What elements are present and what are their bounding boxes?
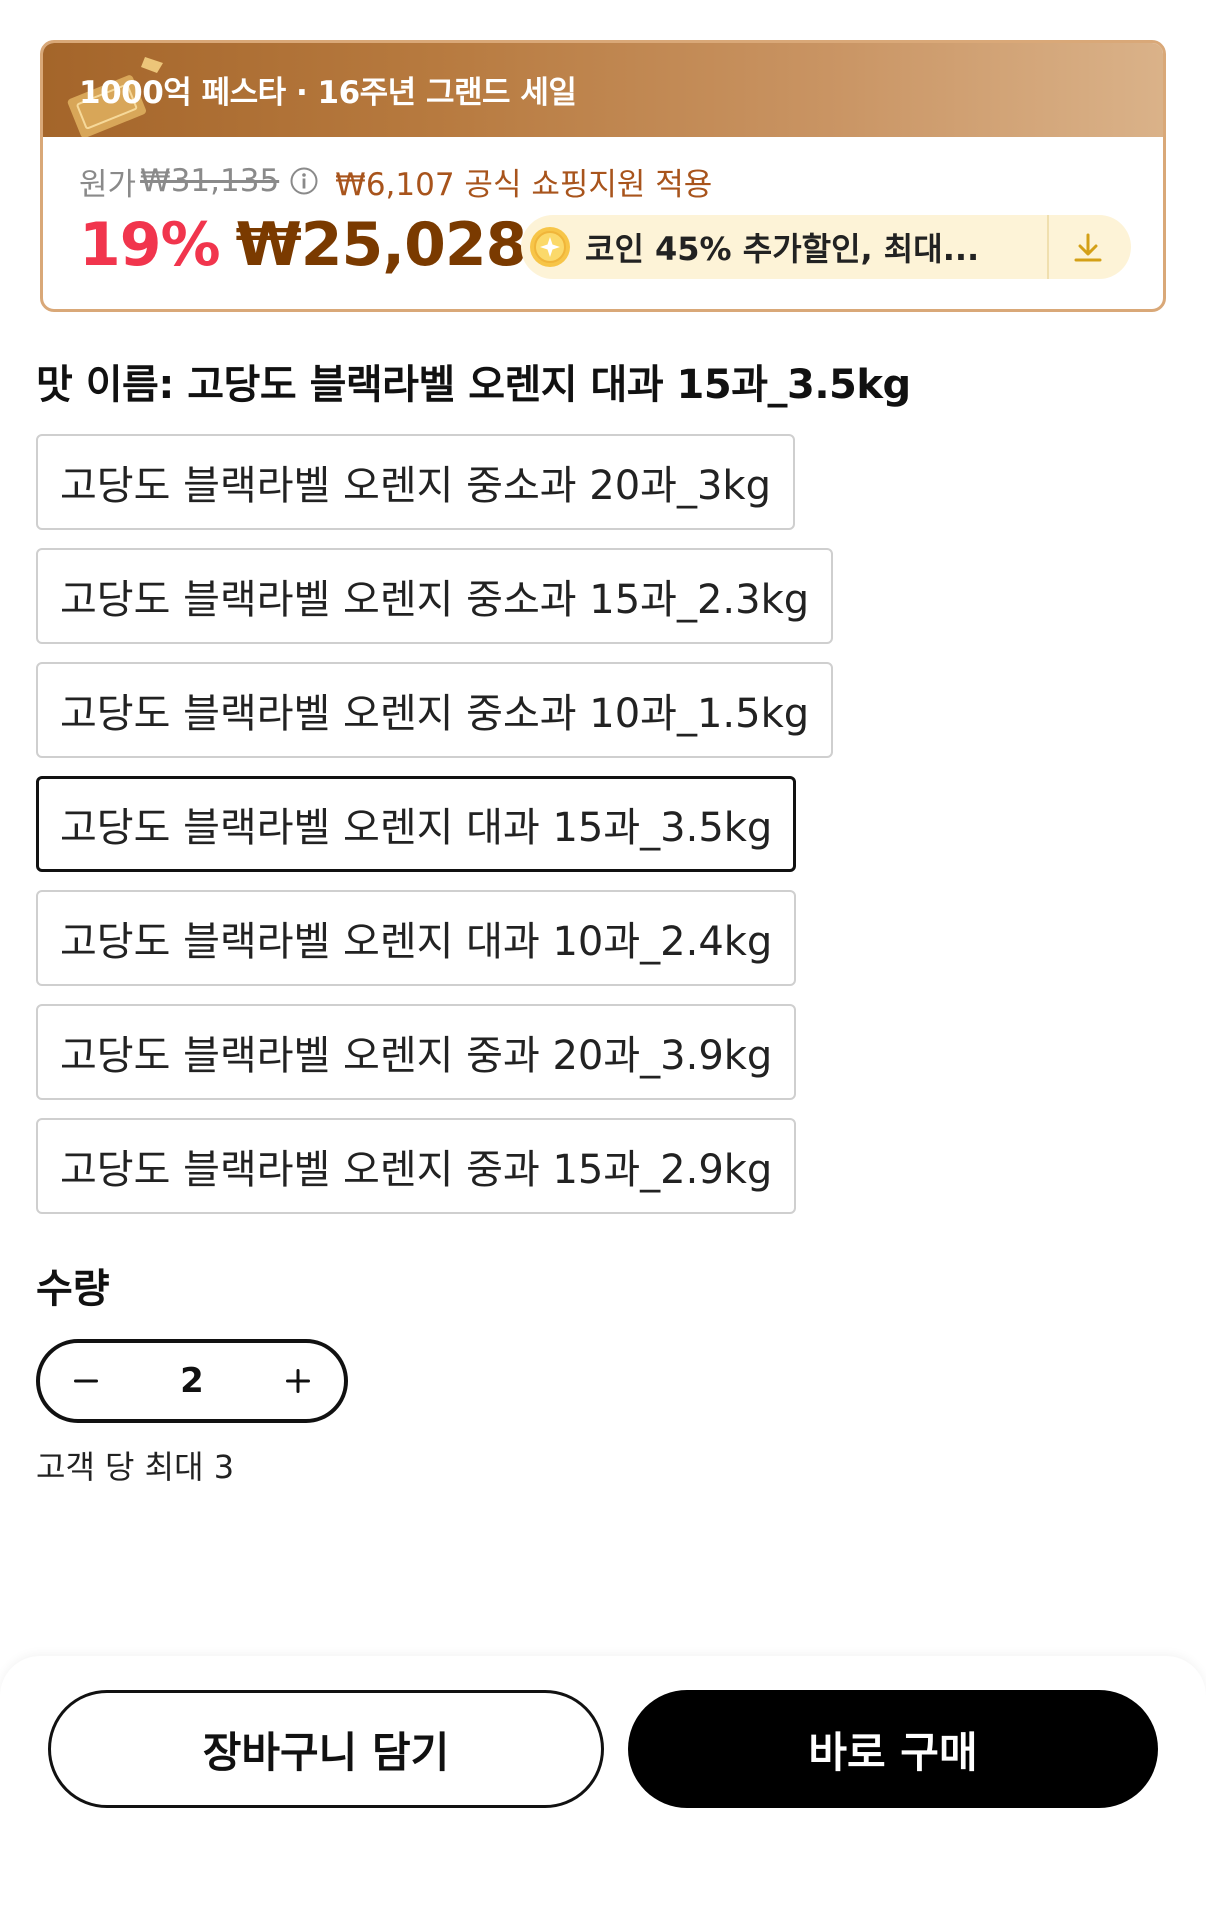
option-title: 맛 이름: 고당도 블랙라벨 오렌지 대과 15과_3.5kg	[36, 362, 911, 408]
quantity-limit-text: 고객 당 최대 3	[36, 1448, 235, 1486]
minus-icon	[74, 1379, 98, 1383]
promo-title: 1000억 페스타 · 16주년 그랜드 세일	[79, 75, 577, 111]
option-list: 고당도 블랙라벨 오렌지 중소과 20과_3kg 고당도 블랙라벨 오렌지 중소…	[36, 434, 834, 1232]
original-price-row: 원가 ₩31,135 ₩6,107 공식 쇼핑지원 적용	[79, 161, 713, 203]
promo-banner: 1000억 페스타 · 16주년 그랜드 세일	[43, 43, 1163, 137]
coin-divider	[1047, 215, 1049, 279]
quantity-stepper: 2	[36, 1339, 348, 1423]
buy-now-button[interactable]: 바로 구매	[628, 1690, 1158, 1808]
add-to-cart-button[interactable]: 장바구니 담기	[48, 1690, 604, 1808]
coin-icon	[530, 227, 570, 267]
promo-price-card: 1000억 페스타 · 16주년 그랜드 세일 원가 ₩31,135 ₩6,10…	[40, 40, 1166, 312]
plus-icon	[285, 1369, 310, 1393]
increase-button[interactable]	[252, 1343, 344, 1419]
option-chip[interactable]: 고당도 블랙라벨 오렌지 중소과 15과_2.3kg	[36, 548, 834, 644]
option-chip[interactable]: 고당도 블랙라벨 오렌지 대과 10과_2.4kg	[36, 890, 797, 986]
sale-price-row: 19% ₩25,028	[79, 209, 528, 281]
coin-discount-pill[interactable]: 코인 45% 추가할인, 최대...	[521, 215, 1131, 279]
decrease-button[interactable]	[40, 1343, 132, 1419]
quantity-value[interactable]: 2	[180, 1361, 204, 1401]
option-chip[interactable]: 고당도 블랙라벨 오렌지 중과 15과_2.9kg	[36, 1118, 797, 1214]
discount-percent: 19%	[79, 210, 221, 280]
info-icon[interactable]	[289, 166, 319, 196]
shopping-subsidy-text: ₩6,107 공식 쇼핑지원 적용	[335, 166, 713, 203]
option-chip-selected[interactable]: 고당도 블랙라벨 오렌지 대과 15과_3.5kg	[36, 776, 797, 872]
quantity-label: 수량	[36, 1266, 110, 1312]
original-price: ₩31,135	[140, 163, 280, 199]
sale-price: ₩25,028	[235, 210, 528, 280]
option-chip[interactable]: 고당도 블랙라벨 오렌지 중과 20과_3.9kg	[36, 1004, 797, 1100]
option-chip[interactable]: 고당도 블랙라벨 오렌지 중소과 20과_3kg	[36, 434, 795, 530]
option-chip[interactable]: 고당도 블랙라벨 오렌지 중소과 10과_1.5kg	[36, 662, 834, 758]
bottom-action-bar: 장바구니 담기 바로 구매	[0, 1656, 1206, 1909]
coin-discount-text: 코인 45% 추가할인, 최대...	[585, 230, 980, 268]
download-icon[interactable]	[1071, 231, 1105, 265]
original-price-label: 원가	[79, 166, 137, 203]
